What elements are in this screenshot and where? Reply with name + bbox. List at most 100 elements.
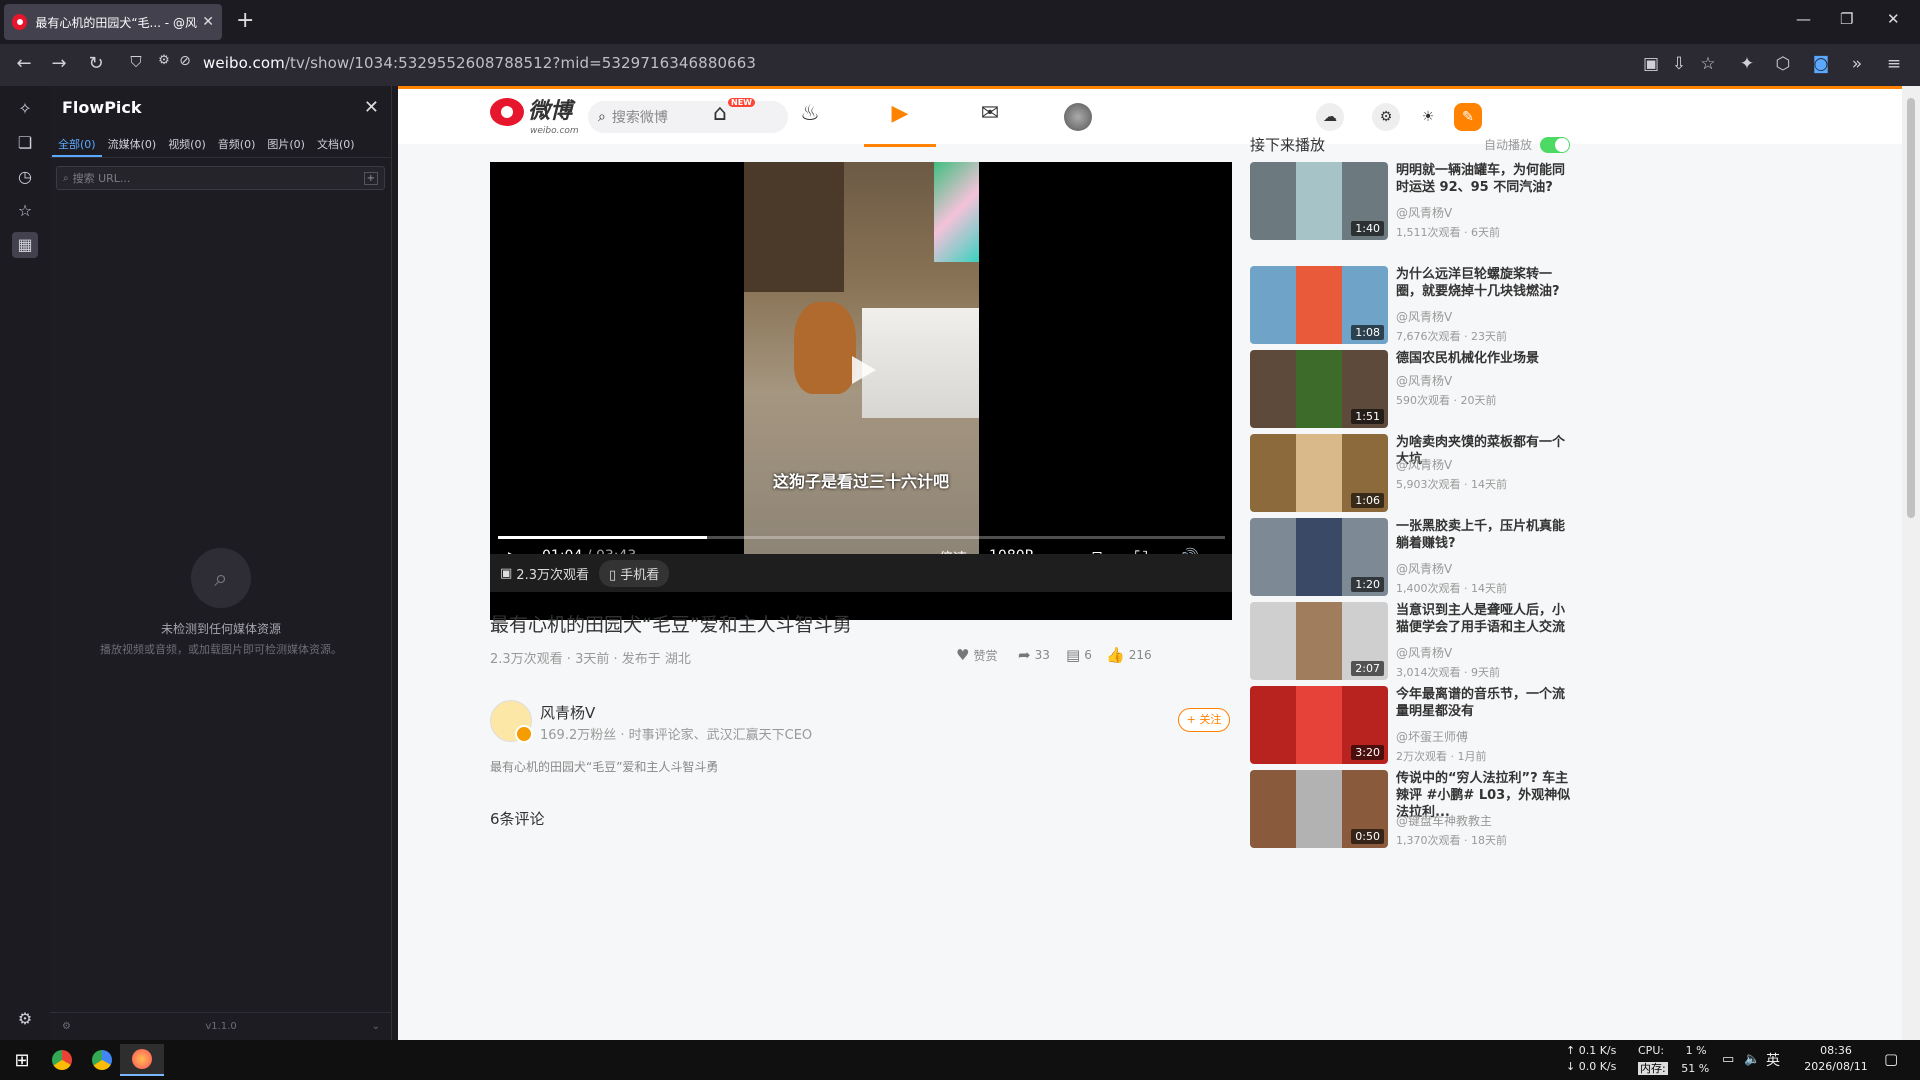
list-item[interactable]: 3:20 今年最离谱的音乐节，一个流量明星都没有 @坏蛋王师傅 2万次观看 · 1月前 — [1250, 686, 1580, 764]
play-overlay-icon[interactable] — [844, 352, 880, 388]
extensions-icon[interactable]: ⬡ — [1772, 54, 1794, 74]
item-title[interactable]: 明明就一辆油罐车，为何能同时运送 92、95 不同汽油? — [1396, 162, 1576, 196]
url-search-input[interactable]: ⌕ 搜索 URL... + — [56, 166, 385, 190]
minimize-icon[interactable]: — — [1796, 10, 1811, 28]
tab-all[interactable]: 全部(0) — [52, 128, 102, 157]
item-author[interactable]: @坏蛋王师傅 — [1396, 728, 1468, 745]
list-item[interactable]: 1:20 一张黑胶卖上千，压片机真能躺着赚钱? @风青杨V 1,400次观看 · 14… — [1250, 518, 1580, 596]
history-icon[interactable]: ◷ — [12, 164, 38, 190]
chrome-alt-icon[interactable] — [80, 1044, 124, 1076]
video-thumbnail[interactable]: 1:40 — [1250, 162, 1388, 240]
compose-icon[interactable]: ✎ — [1454, 103, 1482, 131]
pocket-icon[interactable]: ✦ — [1736, 54, 1758, 74]
video-thumbnail[interactable]: 1:20 — [1250, 518, 1388, 596]
list-item[interactable]: 2:07 当意识到主人是聋哑人后，小猫便学会了用手语和主人交流 @风青杨V 3,014… — [1250, 602, 1580, 680]
tracking-icon[interactable]: ⊘ — [173, 53, 197, 69]
reload-icon[interactable]: ↻ — [84, 53, 108, 74]
save-icon[interactable]: ⇩ — [1668, 54, 1690, 74]
video-thumbnail[interactable]: 1:06 — [1250, 434, 1388, 512]
forward-icon[interactable]: → — [47, 53, 71, 74]
reward-button[interactable]: ♥ 赞赏 — [956, 646, 997, 664]
settings-icon[interactable]: ⚙ — [62, 1021, 71, 1032]
author-name[interactable]: 风青杨V — [540, 702, 595, 723]
weibo-logo[interactable]: 微博 weibo.com — [490, 98, 579, 136]
extension-icon[interactable]: ◙ — [1810, 54, 1832, 74]
restore-icon[interactable]: ❐ — [1840, 10, 1853, 28]
item-author[interactable]: @风青杨V — [1396, 456, 1452, 473]
item-author[interactable]: @风青杨V — [1396, 372, 1452, 389]
video-thumbnail[interactable]: 2:07 — [1250, 602, 1388, 680]
mobile-watch-button[interactable]: ▯ 手机看 — [598, 559, 670, 587]
item-author[interactable]: @键盘车神教教主 — [1396, 812, 1492, 829]
item-author[interactable]: @风青杨V — [1396, 308, 1452, 325]
list-item[interactable]: 1:40 明明就一辆油罐车，为何能同时运送 92、95 不同汽油? @风青杨V 1,5… — [1250, 162, 1580, 240]
tab-close-icon[interactable]: ✕ — [202, 14, 214, 30]
progress-bar[interactable] — [498, 536, 1225, 539]
chevron-down-icon[interactable]: ⌄ — [372, 1021, 380, 1032]
video-thumbnail[interactable]: 0:50 — [1250, 770, 1388, 848]
close-window-icon[interactable]: ✕ — [1887, 10, 1900, 28]
video-icon[interactable]: ▶ — [864, 101, 936, 147]
author-avatar[interactable] — [490, 700, 533, 743]
share-button[interactable]: ➦ 33 — [1018, 646, 1050, 664]
item-title[interactable]: 今年最离谱的音乐节，一个流量明星都没有 — [1396, 686, 1576, 720]
bookmark-star-icon[interactable]: ☆ — [1697, 54, 1719, 74]
video-thumbnail[interactable]: 3:20 — [1250, 686, 1388, 764]
scrollbar[interactable] — [1902, 86, 1920, 1040]
cloud-icon[interactable]: ☁ — [1316, 103, 1344, 131]
theme-icon[interactable]: ☀ — [1414, 103, 1442, 131]
notification-icon[interactable]: ▢ — [1884, 1050, 1898, 1068]
tab-images[interactable]: 图片(0) — [261, 128, 311, 157]
network-icon[interactable]: ▭ — [1722, 1052, 1734, 1067]
list-item[interactable]: 1:51 德国农民机械化作业场景 @风青杨V 590次观看 · 20天前 — [1250, 350, 1580, 428]
clock-time[interactable]: 08:36 — [1808, 1044, 1864, 1057]
ai-icon[interactable]: ✧ — [12, 96, 38, 122]
item-title[interactable]: 为什么远洋巨轮螺旋桨转一圈，就要烧掉十几块钱燃油? — [1396, 266, 1576, 300]
chrome-icon[interactable] — [40, 1044, 84, 1076]
shield-icon[interactable]: ⛉ — [124, 53, 148, 71]
tab-docs[interactable]: 文档(0) — [311, 128, 361, 157]
video-player[interactable]: 这狗子是看过三十六计吧 ▶ 01:04 / 03:43 倍速 1080P ▭ ⧉… — [490, 162, 1232, 620]
avatar[interactable] — [1064, 103, 1092, 131]
autoplay-toggle[interactable]: 自动播放 — [1484, 136, 1571, 153]
clock-date[interactable]: 2026/08/11 — [1794, 1060, 1878, 1073]
menu-icon[interactable]: ≡ — [1883, 54, 1905, 74]
mail-icon[interactable]: ✉ — [970, 101, 1010, 126]
home-icon[interactable]: ⌂ NEW — [700, 98, 755, 126]
gear-icon[interactable]: ⚙ — [1372, 103, 1400, 131]
picture-icon[interactable]: ▣ — [1640, 54, 1662, 74]
settings-icon[interactable]: ⚙ — [12, 1006, 38, 1032]
back-icon[interactable]: ← — [12, 53, 36, 74]
new-tab-icon[interactable]: + — [236, 8, 254, 33]
tab-video[interactable]: 视频(0) — [162, 128, 212, 157]
flowpick-icon[interactable]: ▦ — [12, 232, 38, 258]
item-title[interactable]: 德国农民机械化作业场景 — [1396, 350, 1576, 367]
weibo-search-input[interactable]: ⌕ 搜索微博 — [588, 101, 788, 133]
bookmarks-icon[interactable]: ☆ — [12, 198, 38, 224]
speaker-icon[interactable]: 🔈 — [1744, 1052, 1760, 1067]
list-item[interactable]: 1:06 为啥卖肉夹馍的菜板都有一个大坑 @风青杨V 5,903次观看 · 14天前 — [1250, 434, 1580, 512]
tab-audio[interactable]: 音频(0) — [212, 128, 262, 157]
like-button[interactable]: 👍 216 — [1106, 646, 1152, 664]
overflow-icon[interactable]: » — [1846, 54, 1868, 74]
hot-icon[interactable]: ♨ — [790, 101, 830, 126]
tabs-icon[interactable]: ❏ — [12, 130, 38, 156]
video-thumbnail[interactable]: 1:08 — [1250, 266, 1388, 344]
toggle-switch[interactable] — [1540, 136, 1571, 153]
item-title[interactable]: 一张黑胶卖上千，压片机真能躺着赚钱? — [1396, 518, 1576, 552]
follow-button[interactable]: + 关注 — [1178, 708, 1230, 732]
start-icon[interactable]: ⊞ — [0, 1044, 44, 1076]
tab-streams[interactable]: 流媒体(0) — [102, 128, 163, 157]
item-author[interactable]: @风青杨V — [1396, 560, 1452, 577]
video-thumbnail[interactable]: 1:51 — [1250, 350, 1388, 428]
item-title[interactable]: 当意识到主人是聋哑人后，小猫便学会了用手语和主人交流 — [1396, 602, 1576, 636]
list-item[interactable]: 1:08 为什么远洋巨轮螺旋桨转一圈，就要烧掉十几块钱燃油? @风青杨V 7,676次… — [1250, 266, 1580, 344]
url-bar[interactable]: weibo.com/tv/show/1034:5329552608788512?… — [203, 54, 756, 72]
item-author[interactable]: @风青杨V — [1396, 204, 1452, 221]
browser-tab[interactable]: 最有心机的田园犬“毛... - @风青杨 ✕ — [4, 4, 222, 40]
add-url-icon[interactable]: + — [363, 171, 378, 185]
close-icon[interactable]: ✕ — [364, 97, 379, 118]
firefox-icon[interactable] — [120, 1044, 164, 1076]
comment-button[interactable]: ▤ 6 — [1066, 646, 1092, 664]
item-author[interactable]: @风青杨V — [1396, 644, 1452, 661]
